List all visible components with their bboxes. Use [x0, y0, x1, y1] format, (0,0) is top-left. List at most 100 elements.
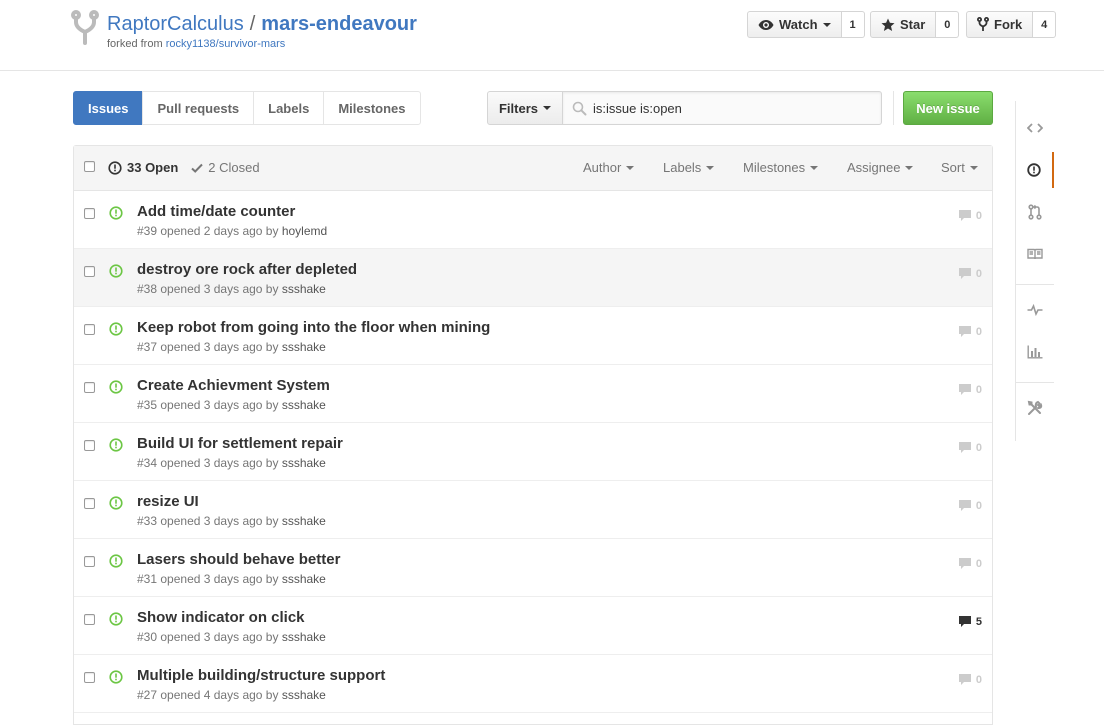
watch-count[interactable]: 1 — [841, 11, 865, 38]
tab-milestones[interactable]: Milestones — [323, 91, 421, 125]
issue-row[interactable]: Keep robot from going into the floor whe… — [74, 307, 992, 365]
issue-row[interactable]: resize UI #33 opened 3 days ago by sssha… — [74, 481, 992, 539]
issue-checkbox[interactable] — [84, 208, 95, 219]
issue-comments-link[interactable]: 0 — [958, 673, 982, 686]
search-input[interactable] — [591, 93, 877, 123]
labels-filter-label: Labels — [663, 160, 702, 175]
filters-label: Filters — [498, 100, 538, 116]
issue-comments-link[interactable]: 0 — [958, 441, 982, 454]
issue-author-link[interactable]: hoylemd — [282, 224, 327, 238]
star-button[interactable]: Star — [870, 11, 937, 38]
issue-title-link[interactable]: Keep robot from going into the floor whe… — [137, 319, 490, 336]
comment-count: 0 — [975, 209, 982, 222]
issue-number: #33 — [137, 514, 158, 528]
forked-from-link[interactable]: rocky1138/survivor-mars — [166, 38, 286, 50]
issue-checkbox[interactable] — [84, 266, 95, 277]
issue-author-link[interactable]: ssshake — [282, 688, 326, 702]
issue-author-link[interactable]: ssshake — [282, 514, 326, 528]
issue-row[interactable]: Show indicator on click #30 opened 3 day… — [74, 597, 992, 655]
tab-pull-requests[interactable]: Pull requests — [142, 91, 255, 125]
repo-header: RaptorCalculus / mars-endeavour forked fro… — [0, 0, 1104, 71]
issue-title-link[interactable]: resize UI — [137, 493, 199, 510]
issue-row[interactable]: Create Achievment System #35 opened 3 da… — [74, 365, 992, 423]
nav-issues[interactable] — [1016, 152, 1054, 188]
issue-comments-link[interactable]: 5 — [958, 615, 982, 628]
tab-labels[interactable]: Labels — [253, 91, 325, 125]
issue-title-link[interactable]: Build UI for settlement repair — [137, 435, 343, 452]
fork-button[interactable]: Fork — [966, 11, 1034, 38]
issue-comments-link[interactable]: 0 — [958, 209, 982, 222]
select-all-checkbox[interactable] — [84, 161, 95, 172]
milestones-filter[interactable]: Milestones — [743, 160, 819, 175]
nav-wiki[interactable] — [1016, 236, 1054, 272]
issue-checkbox[interactable] — [84, 440, 95, 451]
fork-count[interactable]: 4 — [1033, 11, 1057, 38]
fork-group: Fork 4 — [966, 11, 1057, 38]
closed-issues-link[interactable]: 2 Closed — [191, 160, 260, 175]
repo-nav — [1015, 101, 1054, 441]
issue-checkbox[interactable] — [84, 382, 95, 393]
sort-filter[interactable]: Sort — [941, 160, 978, 175]
star-count[interactable]: 0 — [936, 11, 960, 38]
comment-count: 0 — [975, 673, 982, 686]
nav-pull-requests[interactable] — [1016, 194, 1054, 230]
star-group: Star 0 — [870, 11, 960, 38]
issue-comments-link[interactable]: 0 — [958, 383, 982, 396]
issue-checkbox[interactable] — [84, 556, 95, 567]
issue-row[interactable]: Build UI for settlement repair #34 opene… — [74, 423, 992, 481]
issue-comments-link[interactable]: 0 — [958, 557, 982, 570]
issue-row[interactable]: Multiple building/structure support #27 … — [74, 655, 992, 713]
assignee-filter-label: Assignee — [847, 160, 901, 175]
issue-author-link[interactable]: ssshake — [282, 572, 326, 586]
issue-meta: #33 opened 3 days ago by ssshake — [137, 514, 326, 528]
issue-title-link[interactable]: Show indicator on click — [137, 609, 305, 626]
issue-checkbox[interactable] — [84, 672, 95, 683]
issue-title-link[interactable]: destroy ore rock after depleted — [137, 261, 357, 278]
issue-row[interactable]: Add time/date counter #39 opened 2 days … — [74, 191, 992, 249]
issue-meta: #38 opened 3 days ago by ssshake — [137, 282, 326, 296]
issue-opened-text: opened 2 days ago by — [160, 224, 279, 238]
issue-comments-link[interactable]: 0 — [958, 267, 982, 280]
repo-name-link[interactable]: mars-endeavour — [261, 13, 417, 35]
issue-checkbox[interactable] — [84, 324, 95, 335]
pulse-icon — [1027, 304, 1043, 316]
issue-title-link[interactable]: Multiple building/structure support — [137, 667, 385, 684]
issue-checkbox[interactable] — [84, 614, 95, 625]
issue-row[interactable]: destroy ore rock after depleted #38 open… — [74, 249, 992, 307]
issue-title-link[interactable]: Lasers should behave better — [137, 551, 340, 568]
issue-opened-icon — [109, 670, 123, 684]
open-issues-link[interactable]: 33 Open — [108, 160, 178, 175]
watch-button[interactable]: Watch — [747, 11, 842, 38]
issue-meta: #34 opened 3 days ago by ssshake — [137, 456, 326, 470]
issue-author-link[interactable]: ssshake — [282, 282, 326, 296]
git-pull-request-icon — [1028, 204, 1042, 220]
issues-subnav: Issues Pull requests Labels Milestones — [73, 91, 421, 125]
issue-author-link[interactable]: ssshake — [282, 456, 326, 470]
nav-code[interactable] — [1016, 110, 1054, 146]
issue-author-link[interactable]: ssshake — [282, 630, 326, 644]
issue-opened-icon — [109, 496, 123, 510]
issue-row[interactable]: Lasers should behave better #31 opened 3… — [74, 539, 992, 597]
new-issue-button[interactable]: New issue — [903, 91, 993, 125]
issue-title-link[interactable]: Create Achievment System — [137, 377, 330, 394]
chevron-down-icon — [543, 106, 551, 110]
issue-author-link[interactable]: ssshake — [282, 340, 326, 354]
assignee-filter[interactable]: Assignee — [847, 160, 914, 175]
nav-graphs[interactable] — [1016, 334, 1054, 370]
comment-count: 0 — [975, 383, 982, 396]
tab-issues[interactable]: Issues — [73, 91, 144, 125]
author-filter[interactable]: Author — [583, 160, 635, 175]
filters-button[interactable]: Filters — [487, 91, 563, 125]
issue-title-link[interactable]: Add time/date counter — [137, 203, 295, 220]
repo-owner-link[interactable]: RaptorCalculus — [107, 13, 244, 35]
star-label: Star — [900, 17, 926, 32]
issue-author-link[interactable]: ssshake — [282, 398, 326, 412]
issue-comments-link[interactable]: 0 — [958, 325, 982, 338]
labels-filter[interactable]: Labels — [663, 160, 715, 175]
nav-settings[interactable] — [1016, 390, 1054, 426]
issue-opened-icon — [109, 612, 123, 626]
issue-comments-link[interactable]: 0 — [958, 499, 982, 512]
issue-checkbox[interactable] — [84, 498, 95, 509]
nav-pulse[interactable] — [1016, 292, 1054, 328]
issue-meta: #35 opened 3 days ago by ssshake — [137, 398, 326, 412]
